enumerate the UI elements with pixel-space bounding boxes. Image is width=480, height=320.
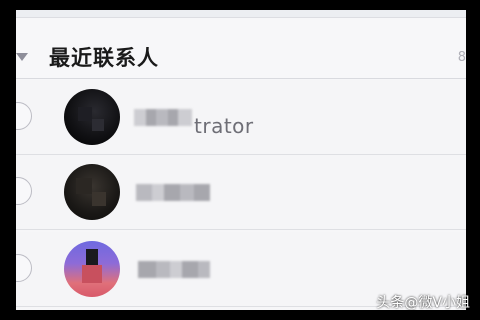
blur-block [136, 184, 152, 201]
name-blur [134, 106, 194, 128]
avatar [64, 241, 120, 297]
select-radio[interactable] [16, 177, 32, 205]
blur-block [152, 184, 164, 201]
blur-block [156, 261, 170, 278]
blur-block [178, 109, 192, 126]
blur-block [170, 261, 182, 278]
avatar [64, 164, 120, 220]
blur-block [180, 184, 194, 201]
name-blur [136, 181, 212, 203]
blur-block [194, 184, 210, 201]
contact-row[interactable] [16, 155, 466, 230]
avatar-pixel [76, 178, 92, 194]
avatar-pixel [86, 249, 98, 265]
recent-contacts-header[interactable]: 最近联系人 8 [16, 18, 466, 79]
blur-block [198, 261, 210, 278]
blur-block [182, 261, 198, 278]
contact-row[interactable]: trator [16, 80, 466, 155]
avatar-pixel [92, 119, 104, 131]
collapse-triangle-icon[interactable] [16, 53, 28, 61]
contact-name: trator [194, 114, 254, 138]
avatar-pixel [82, 265, 102, 283]
section-count: 8 [457, 50, 466, 65]
section-title: 最近联系人 [49, 46, 159, 70]
watermark: 头条@微V小姐 [376, 295, 470, 311]
select-radio[interactable] [16, 102, 32, 130]
avatar [64, 89, 120, 145]
blur-block [134, 109, 146, 126]
contact-picker-panel: 最近联系人 8 trator [16, 10, 466, 310]
blur-block [164, 184, 180, 201]
screenshot-frame: 最近联系人 8 trator 头条@微V小姐 [0, 0, 480, 320]
blur-block [156, 109, 168, 126]
avatar-pixel [78, 107, 92, 121]
blur-block [146, 109, 156, 126]
name-blur [138, 258, 212, 280]
blur-block [138, 261, 156, 278]
avatar-pixel [92, 192, 106, 206]
select-radio[interactable] [16, 254, 32, 282]
top-strip [16, 10, 466, 18]
blur-block [168, 109, 178, 126]
